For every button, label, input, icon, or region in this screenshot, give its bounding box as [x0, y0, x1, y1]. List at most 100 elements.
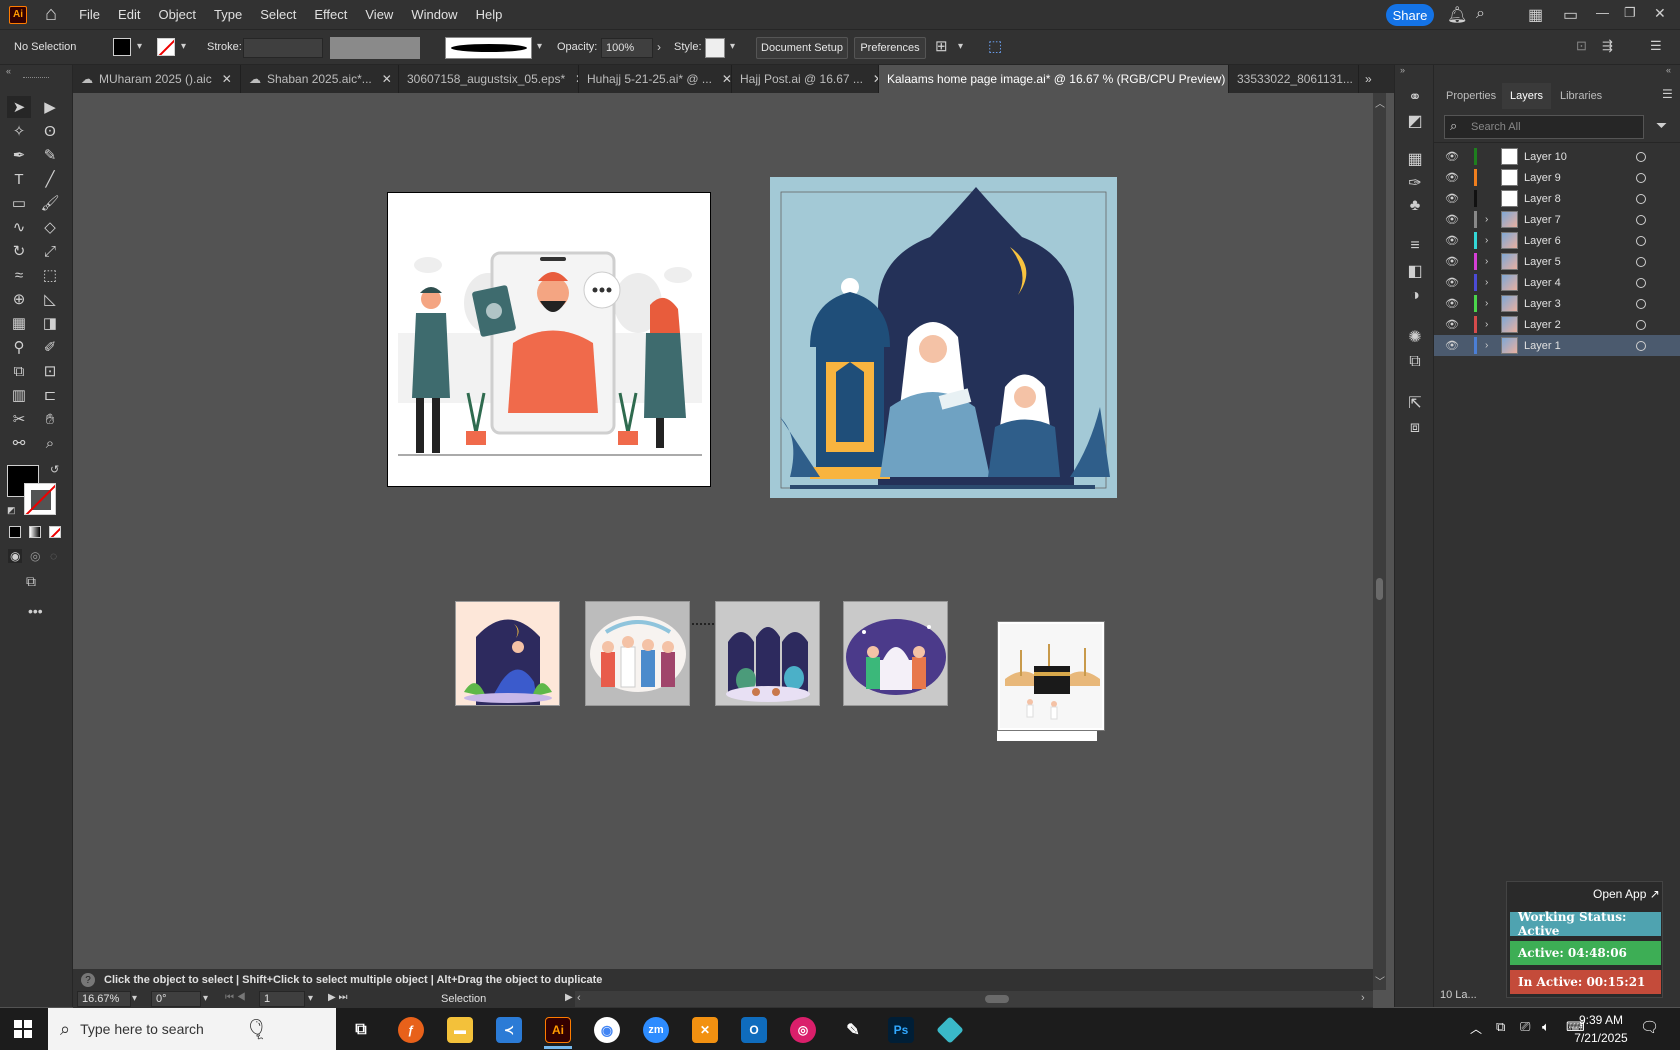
- visibility-eye-icon[interactable]: 👁︎: [1440, 213, 1464, 226]
- measure-icon[interactable]: ✐: [38, 336, 62, 358]
- color-guide-icon[interactable]: ✺: [1405, 327, 1425, 347]
- menu-effect[interactable]: Effect: [314, 7, 347, 22]
- thumbnail-artwork-5-selected[interactable]: [997, 621, 1105, 731]
- target-circle-icon[interactable]: [1636, 298, 1646, 309]
- layer-row[interactable]: 👁︎ › Layer 2: [1434, 314, 1680, 335]
- task-view-icon[interactable]: ⧉: [348, 1017, 374, 1043]
- screen-mode-icon[interactable]: ⧉: [26, 573, 36, 590]
- direct-selection-tool-icon[interactable]: ▶: [38, 96, 62, 118]
- scale-tool-icon[interactable]: ⤢: [38, 240, 62, 262]
- gradient-mode-icon[interactable]: [29, 526, 41, 538]
- vertical-scrollbar[interactable]: ︿ ﹀: [1373, 93, 1386, 990]
- tab-august[interactable]: 30607158_augustsix_05.eps*✕: [399, 65, 579, 93]
- layer-row[interactable]: 👁︎ › Layer 1: [1434, 335, 1680, 356]
- magic-wand-icon[interactable]: ✧: [7, 120, 31, 142]
- home-icon[interactable]: ⌂: [45, 3, 57, 26]
- export-icon[interactable]: ⇱: [1405, 393, 1425, 413]
- menu-window[interactable]: Window: [411, 7, 457, 22]
- swatches-icon[interactable]: ▦: [1405, 149, 1425, 169]
- appearance-icon[interactable]: ⚭: [1405, 87, 1425, 107]
- minimize-icon[interactable]: —: [1596, 5, 1609, 20]
- layer-row[interactable]: 👁︎ Layer 8: [1434, 188, 1680, 209]
- tab-hajj-post[interactable]: Hajj Post.ai @ 16.67 ...✕: [732, 65, 879, 93]
- fill-swatch[interactable]: [113, 38, 131, 56]
- chrome-icon[interactable]: ◉: [594, 1017, 620, 1043]
- default-colors-icon[interactable]: ◩: [7, 505, 16, 516]
- symbols-icon[interactable]: ♣: [1405, 197, 1425, 215]
- vertical-scroll-thumb[interactable]: [1376, 578, 1383, 600]
- menu-edit[interactable]: Edit: [118, 7, 140, 22]
- visibility-eye-icon[interactable]: 👁︎: [1440, 339, 1464, 352]
- chevron-down-icon[interactable]: ▾: [730, 41, 735, 52]
- taskbar-search-input[interactable]: ⌕ Type here to search 🎈︎: [48, 1008, 336, 1050]
- image-trace-icon[interactable]: ◩: [1405, 111, 1425, 131]
- menu-help[interactable]: Help: [476, 7, 503, 22]
- edit-toolbar-icon[interactable]: •••: [28, 603, 43, 619]
- puppet-warp-icon[interactable]: ⚯: [7, 432, 31, 454]
- thumbnail-artwork-4[interactable]: [843, 601, 948, 706]
- tab-properties[interactable]: Properties: [1438, 83, 1504, 109]
- horizontal-scroll-thumb[interactable]: [985, 995, 1009, 1003]
- layer-row[interactable]: 👁︎ Layer 10: [1434, 146, 1680, 167]
- menu-object[interactable]: Object: [158, 7, 196, 22]
- chevron-down-icon[interactable]: ▾: [181, 41, 186, 52]
- scroll-left-icon[interactable]: ‹: [577, 992, 581, 1004]
- stroke-weight-input[interactable]: [243, 38, 323, 58]
- artboard-number-input[interactable]: 1: [259, 991, 305, 1007]
- layer-name[interactable]: Layer 4: [1524, 277, 1624, 289]
- tray-app-icon[interactable]: ⧉: [1496, 1019, 1505, 1035]
- chevron-down-icon[interactable]: ▾: [132, 993, 137, 1004]
- visibility-eye-icon[interactable]: 👁︎: [1440, 171, 1464, 184]
- target-circle-icon[interactable]: [1636, 172, 1646, 183]
- arrange-icon[interactable]: ▦: [1528, 5, 1543, 25]
- rectangle-tool-icon[interactable]: ▭: [7, 192, 31, 214]
- close-icon[interactable]: ✕: [1654, 5, 1666, 22]
- symbol-sprayer-icon[interactable]: ⊡: [38, 360, 62, 382]
- layer-name[interactable]: Layer 2: [1524, 319, 1624, 331]
- chevron-down-icon[interactable]: ▾: [958, 41, 963, 52]
- illustrator-taskbar-icon[interactable]: Ai: [545, 1017, 571, 1043]
- warp-tool-icon[interactable]: ≈: [7, 264, 31, 286]
- creative-cloud-icon[interactable]: ◎: [790, 1017, 816, 1043]
- tab-huhajj[interactable]: Huhajj 5-21-25.ai* @ ... ✕: [579, 65, 732, 93]
- clock-date[interactable]: 7/21/2025: [1568, 1031, 1634, 1045]
- visibility-eye-icon[interactable]: 👁︎: [1440, 150, 1464, 163]
- menu-select[interactable]: Select: [260, 7, 296, 22]
- horizontal-scrollbar[interactable]: ‹ ›: [575, 991, 1373, 1007]
- scroll-right-icon[interactable]: ›: [1361, 992, 1365, 1004]
- filter-icon[interactable]: ⏷: [1656, 117, 1667, 134]
- chevron-right-icon[interactable]: ›: [657, 40, 661, 54]
- chevron-down-icon[interactable]: ▾: [137, 41, 142, 52]
- close-tab-icon[interactable]: ✕: [722, 72, 731, 86]
- layer-name[interactable]: Layer 6: [1524, 235, 1624, 247]
- transparency-icon[interactable]: ◑: [1405, 287, 1425, 305]
- line-tool-icon[interactable]: ╱: [38, 168, 62, 190]
- stroke-swatch[interactable]: [157, 38, 175, 56]
- layer-name[interactable]: Layer 3: [1524, 298, 1624, 310]
- windows-start-icon[interactable]: [14, 1020, 32, 1038]
- tab-libraries[interactable]: Libraries: [1552, 83, 1610, 109]
- canvas[interactable]: [73, 93, 1383, 968]
- chevron-right-icon[interactable]: ›: [1485, 340, 1497, 351]
- variable-width-profile[interactable]: [330, 37, 420, 59]
- transform-icon[interactable]: ⊡: [1576, 38, 1587, 54]
- gradient-panel-icon[interactable]: ◧: [1405, 261, 1425, 281]
- draw-normal-icon[interactable]: ◉: [8, 549, 23, 563]
- chevron-right-icon[interactable]: ›: [1485, 214, 1497, 225]
- panel-menu-icon[interactable]: ☰: [1650, 38, 1662, 54]
- scroll-down-icon[interactable]: ﹀: [1375, 973, 1385, 988]
- pen-app-icon[interactable]: ✎: [840, 1017, 866, 1043]
- chevron-right-icon[interactable]: ›: [1485, 277, 1497, 288]
- eraser-icon[interactable]: ◇: [38, 216, 62, 238]
- layer-row[interactable]: 👁︎ › Layer 3: [1434, 293, 1680, 314]
- chevron-right-icon[interactable]: ›: [1485, 235, 1497, 246]
- tray-chevron-icon[interactable]: ︿: [1470, 1020, 1482, 1037]
- close-tab-icon[interactable]: ✕: [382, 72, 392, 86]
- tab-kalaams[interactable]: Kalaams home page image.ai* @ 16.67 % (R…: [879, 65, 1229, 93]
- panel-icon[interactable]: ▭: [1563, 5, 1578, 25]
- tab-layers[interactable]: Layers: [1502, 83, 1552, 109]
- stroke-panel-icon[interactable]: ≡: [1405, 237, 1425, 255]
- swap-colors-icon[interactable]: ↺: [50, 463, 59, 476]
- eyedropper-icon[interactable]: ⚲: [7, 336, 31, 358]
- rotate-tool-icon[interactable]: ↻: [7, 240, 31, 262]
